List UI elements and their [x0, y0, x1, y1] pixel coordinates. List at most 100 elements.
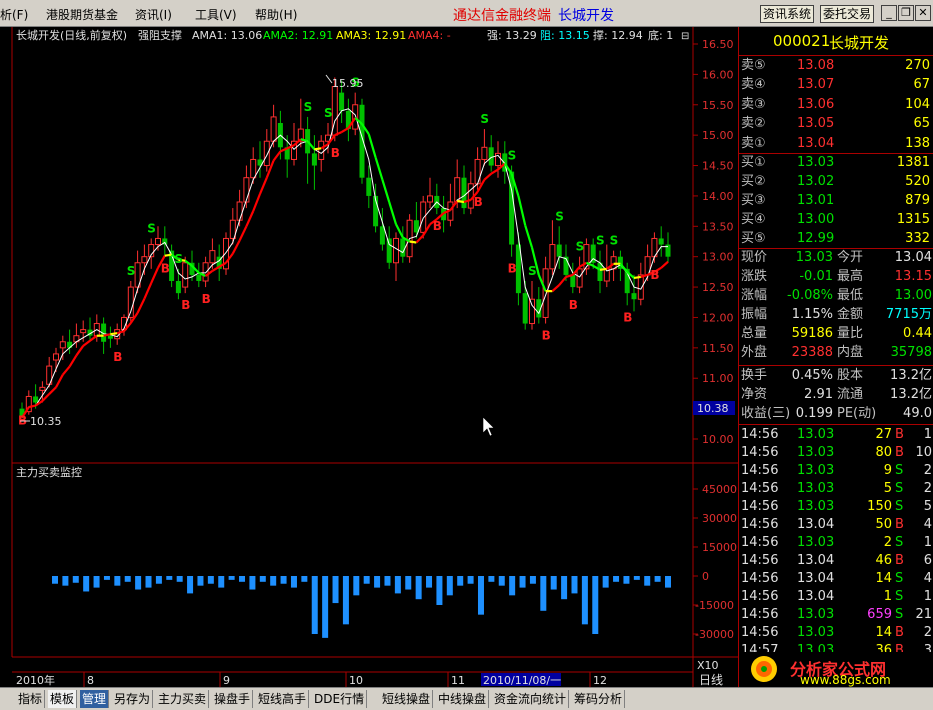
tab-中线操盘[interactable]: 中线操盘 — [436, 690, 490, 708]
stock-name: 长城开发 — [829, 34, 890, 52]
x-label-dec: 12 — [593, 674, 607, 687]
volume-bar — [228, 576, 235, 580]
indicator-name: 强阻支撑 — [138, 28, 182, 42]
menu-item-help[interactable]: 帮助(H) — [255, 6, 297, 23]
resist-value: 阻: 13.15 — [540, 29, 590, 42]
tick-price: 13.03 — [797, 463, 835, 478]
volume-bar — [62, 576, 69, 586]
tab-DDE行情[interactable]: DDE行情 — [312, 690, 368, 708]
ama3-value: AMA3: 12.91 — [336, 29, 406, 42]
tab-模板[interactable]: 模板 — [48, 690, 78, 708]
volume-bar — [665, 576, 671, 588]
bid-price: 13.02 — [797, 174, 835, 189]
tick-time: 14:56 — [741, 553, 779, 568]
tick-side: S — [895, 535, 904, 550]
ask-label: 卖① — [741, 135, 766, 151]
volume-bar — [93, 576, 100, 588]
menu-item-analysis[interactable]: 析(F) — [0, 6, 28, 23]
ask-volume: 65 — [913, 116, 930, 132]
tick-count: 21 — [915, 607, 932, 622]
volume-bar — [353, 576, 360, 596]
tick-time: 14:56 — [741, 607, 779, 622]
stat-label: 振幅 — [741, 307, 768, 322]
fund-label: PE(动) — [837, 406, 877, 421]
volume-bar — [187, 576, 194, 594]
close-icon[interactable]: ✕ — [915, 5, 931, 21]
tick-volume: 14 — [875, 625, 892, 640]
price-tick-label: 13.00 — [702, 251, 734, 264]
ama2-line-segment — [457, 199, 465, 204]
tick-count: 10 — [915, 445, 932, 460]
stat-label: 最高 — [837, 269, 864, 284]
quote-panel: 000021 长城开发 卖⑤ 13.08 270 卖④ 13.07 67 卖③ 13.06 10… — [738, 27, 933, 687]
menu-bar: 析(F) 港股期货基金 资讯(I) 工具(V) 帮助(H) 通达信金融终端 长城… — [0, 0, 933, 27]
tick-row: 14:56 13.03 2 S 1 — [739, 534, 933, 552]
volume-bar — [644, 576, 651, 586]
tick-side: S — [895, 589, 904, 604]
restore-icon[interactable]: ❐ — [898, 5, 914, 21]
tab-主力买卖[interactable]: 主力买卖 — [156, 690, 210, 708]
volume-tick-label: -15000 — [695, 599, 734, 612]
candle-body — [202, 262, 209, 282]
kline-chart[interactable]: 长城开发(日线,前复权) 强阻支撑 AMA1: 13.06 AMA2: 12.9… — [0, 27, 738, 687]
stat-value: 35798 — [890, 345, 932, 360]
stock-code: 000021 — [773, 32, 831, 50]
bid-volume: 1381 — [896, 155, 930, 170]
period-label[interactable]: 日线 — [699, 673, 723, 687]
sell-signal-label: S — [147, 221, 156, 235]
bid-volume: 879 — [905, 193, 930, 208]
tab-管理[interactable]: 管理 — [80, 690, 110, 708]
volume-bar — [83, 576, 90, 592]
volume-bar — [218, 576, 225, 588]
tick-row: 14:56 13.03 27 B 1 — [739, 426, 933, 444]
fund-label: 净资 — [741, 387, 768, 402]
ask-label: 卖④ — [741, 77, 766, 93]
ask-volume: 138 — [905, 135, 930, 151]
watermark-url: www.88gs.com — [800, 673, 891, 687]
menu-item-tools[interactable]: 工具(V) — [195, 6, 237, 23]
stat-label: 今开 — [837, 250, 864, 265]
candle-body — [196, 274, 202, 281]
bid-price: 13.00 — [797, 212, 835, 227]
ask-label: 卖③ — [741, 96, 766, 112]
tick-row: 14:56 13.03 5 S 2 — [739, 480, 933, 498]
tab-另存为[interactable]: 另存为 — [112, 690, 154, 708]
buy-signal-label: B — [474, 195, 483, 209]
ask-price: 13.04 — [797, 135, 835, 151]
ama2-line-segment — [599, 267, 607, 271]
tick-row: 14:56 13.04 14 S 4 — [739, 570, 933, 588]
volume-bar — [311, 576, 318, 634]
volume-bar — [613, 576, 620, 582]
buy-signal-label: B — [331, 146, 340, 160]
menu-item-info[interactable]: 资讯(I) — [135, 6, 172, 23]
bid-row: 买④ 13.00 1315 — [739, 211, 933, 229]
candle-body — [263, 140, 270, 167]
tab-资金流向统计[interactable]: 资金流向统计 — [492, 690, 570, 708]
volume-bar — [239, 576, 246, 582]
info-system-button[interactable]: 资讯系统 — [760, 5, 815, 23]
volume-bar — [197, 576, 204, 586]
menu-item-hk-futures[interactable]: 港股期货基金 — [46, 6, 118, 23]
tick-count: 1 — [923, 535, 932, 550]
volume-bar — [135, 576, 142, 590]
bid-row: 买② 13.02 520 — [739, 173, 933, 191]
tab-指标[interactable]: 指标 — [16, 690, 46, 708]
tab-筹码分析[interactable]: 筹码分析 — [572, 690, 626, 708]
volume-bar — [166, 576, 173, 580]
collapse-icon[interactable]: ⊟ — [681, 31, 689, 42]
candle-body — [59, 341, 66, 349]
tick-volume: 27 — [875, 427, 892, 442]
tick-price: 13.03 — [797, 499, 835, 514]
tick-side: S — [895, 607, 904, 622]
crosshair-price-box: 10.38 — [697, 402, 729, 415]
trade-order-button[interactable]: 委托交易 — [820, 5, 875, 23]
tab-短线操盘[interactable]: 短线操盘 — [380, 690, 434, 708]
sell-signal-label: S — [324, 106, 333, 120]
stat-value: 13.03 — [795, 250, 833, 265]
volume-tick-label: 0 — [702, 570, 709, 583]
tab-操盘手[interactable]: 操盘手 — [212, 690, 254, 708]
tab-短线高手[interactable]: 短线高手 — [256, 690, 310, 708]
minimize-icon[interactable]: _ — [881, 5, 897, 21]
tick-row: 14:56 13.03 9 S 2 — [739, 462, 933, 480]
ama2-line-segment — [164, 253, 172, 257]
